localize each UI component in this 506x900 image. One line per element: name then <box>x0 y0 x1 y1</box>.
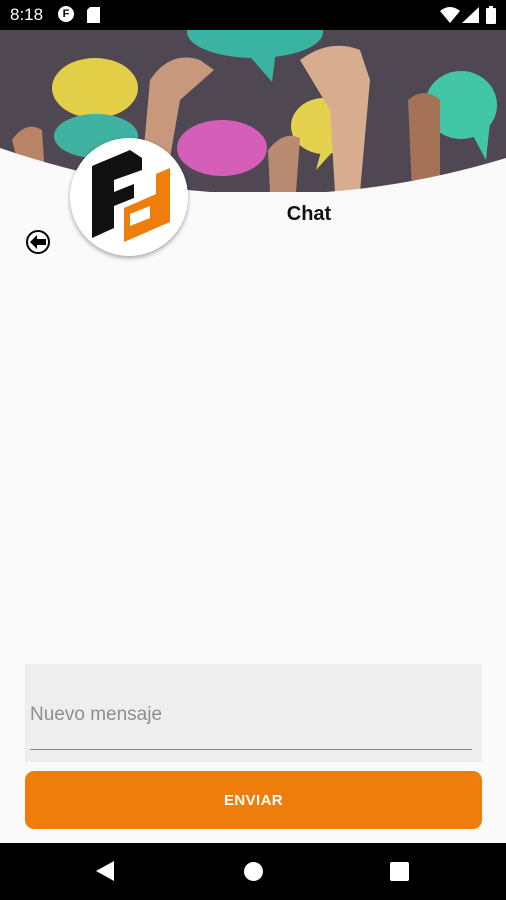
nav-recents-icon[interactable] <box>390 862 409 881</box>
message-input[interactable] <box>30 674 472 750</box>
app-logo <box>70 138 188 256</box>
send-button[interactable]: ENVIAR <box>25 771 482 829</box>
navigation-bar <box>0 843 506 900</box>
signal-icon <box>462 7 479 28</box>
battery-icon <box>486 6 496 29</box>
page-title: Chat <box>286 203 332 225</box>
nav-back-icon[interactable] <box>96 861 114 886</box>
sd-card-icon <box>87 7 100 28</box>
wifi-icon <box>440 7 460 28</box>
status-time: 8:18 <box>10 5 44 24</box>
arrow-left-icon <box>30 235 46 249</box>
notification-f-icon: F <box>58 6 74 22</box>
message-field[interactable] <box>25 664 482 762</box>
status-bar: 8:18 F <box>0 0 506 30</box>
speech-bubble-pink <box>177 120 267 176</box>
nav-home-icon[interactable] <box>244 862 263 881</box>
header-banner-image <box>0 30 506 192</box>
back-button[interactable] <box>26 230 50 254</box>
